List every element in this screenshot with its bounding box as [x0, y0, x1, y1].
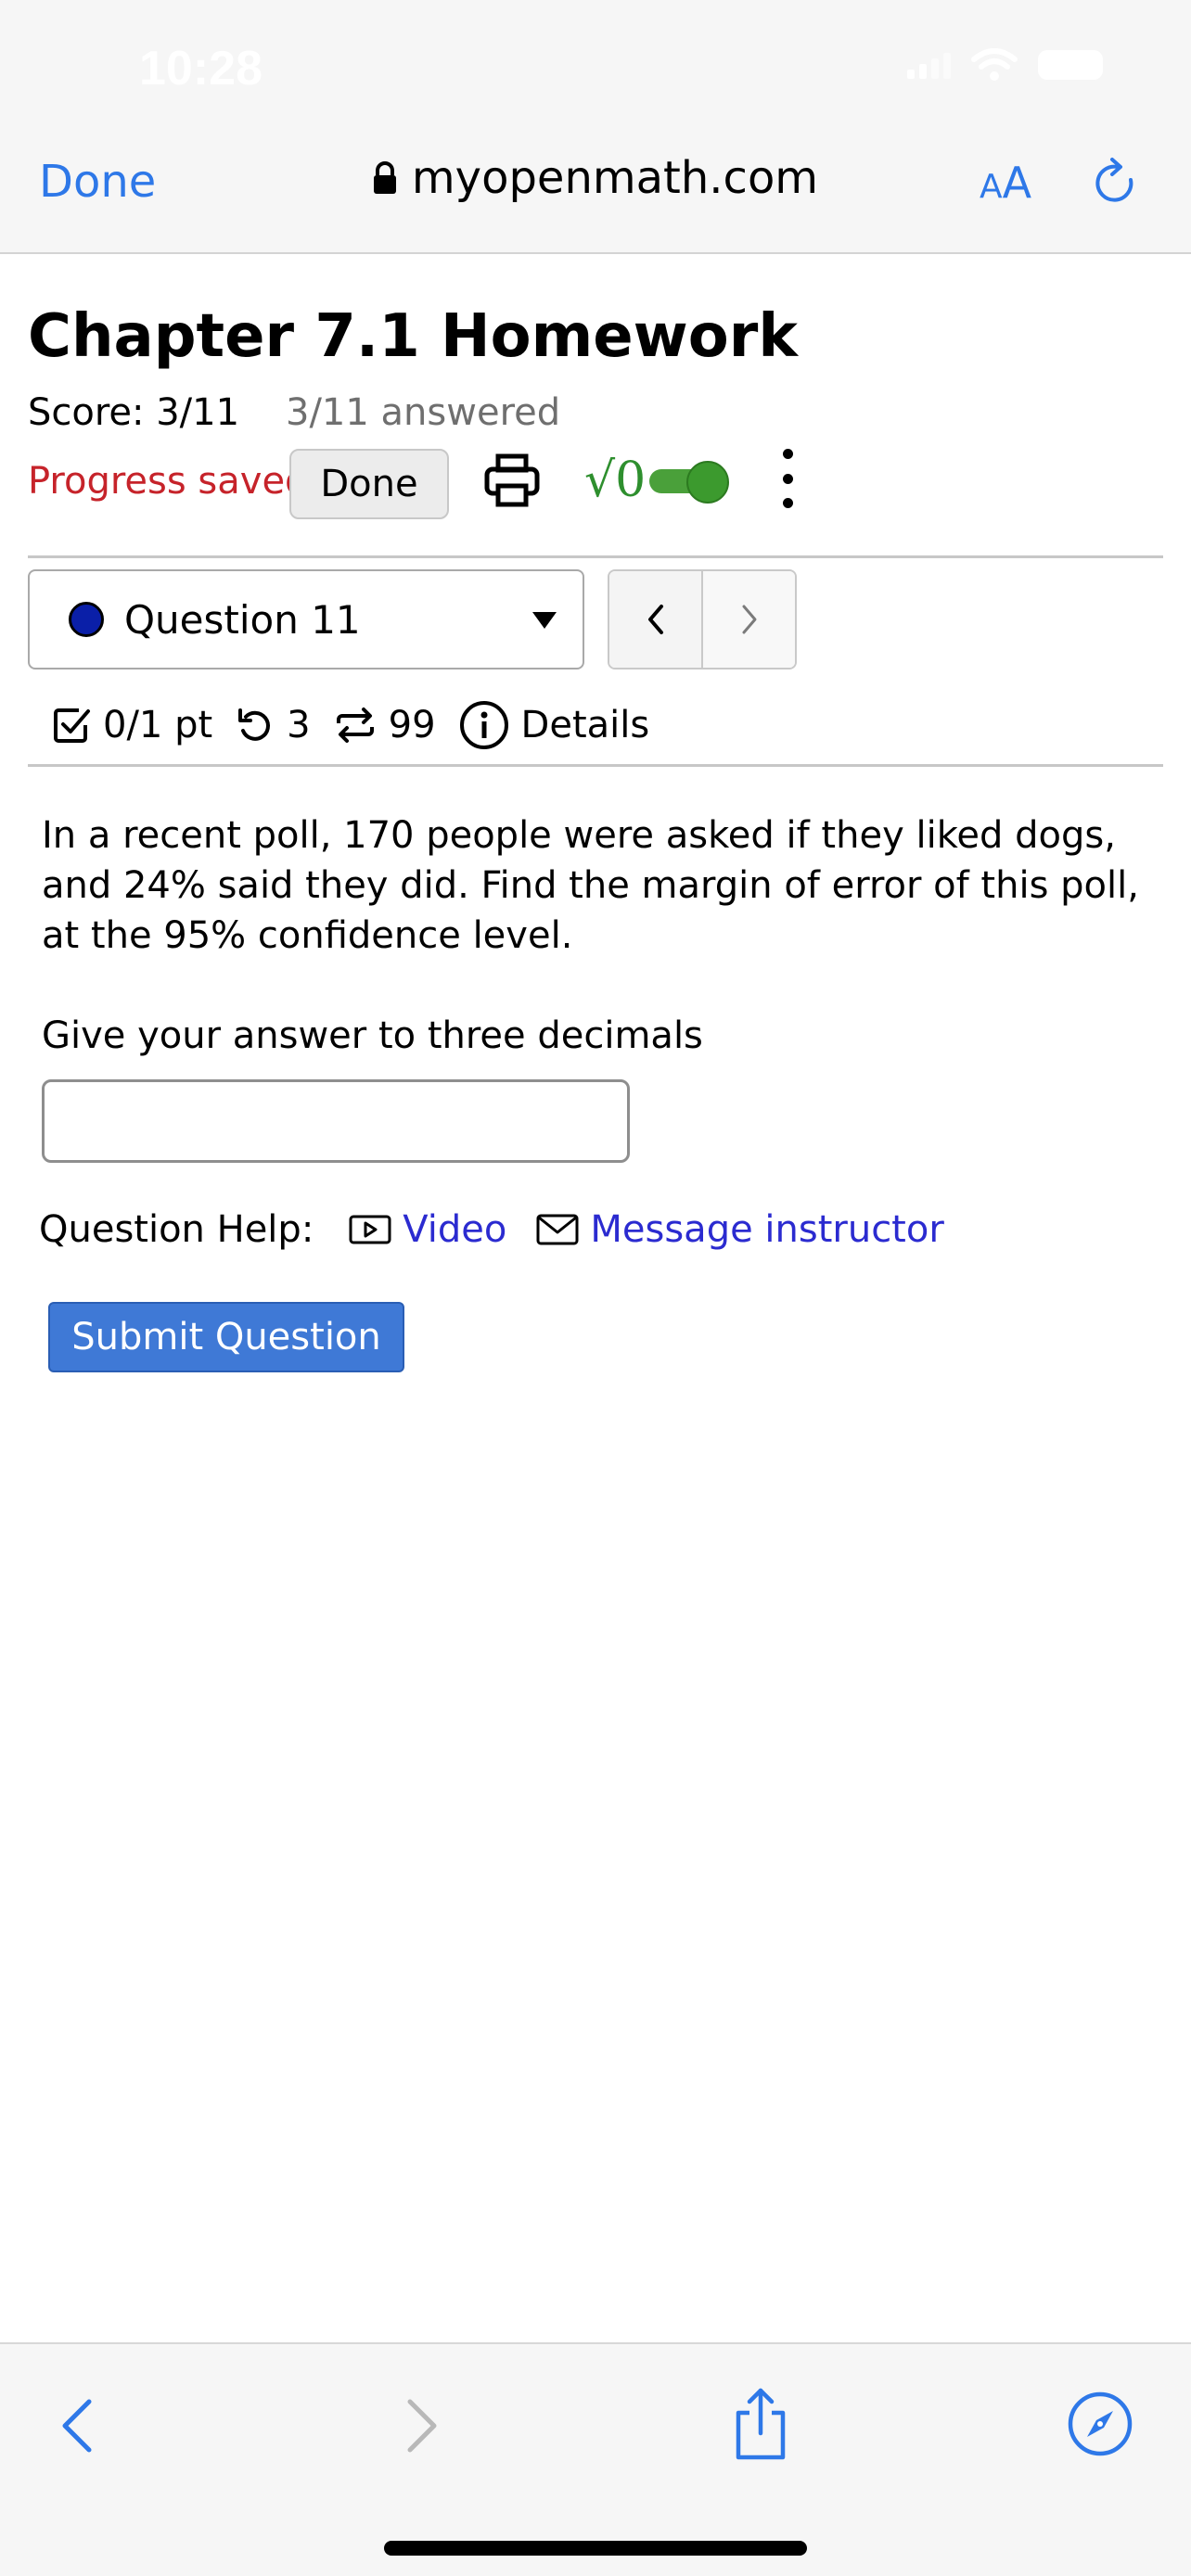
video-link[interactable]: Video — [349, 1208, 506, 1251]
reader-text-size-button[interactable]: AA — [980, 158, 1031, 208]
page-title: Chapter 7.1 Homework — [28, 302, 798, 371]
wifi-icon — [971, 48, 1018, 81]
retries-count: 3 — [287, 704, 311, 746]
divider — [28, 764, 1163, 767]
question-meta: 0/1 pt 3 99 Details — [51, 697, 649, 753]
answered-count: 3/11 answered — [286, 391, 561, 434]
compass-icon[interactable] — [1067, 2391, 1133, 2457]
checkbox-icon — [54, 708, 90, 743]
info-icon — [459, 701, 508, 749]
status-icons — [907, 48, 1103, 82]
chevron-left-icon — [647, 605, 663, 634]
cellular-signal-icon — [907, 51, 951, 79]
reader-large-a: A — [1002, 158, 1032, 208]
caret-down-icon — [532, 612, 557, 629]
submit-question-button[interactable]: Submit Question — [48, 1302, 404, 1372]
question-selector-label: Question 11 — [124, 596, 361, 643]
question-help: Question Help: Video Message instructor — [39, 1204, 944, 1256]
print-icon[interactable] — [482, 451, 542, 510]
toggle-switch[interactable] — [649, 461, 730, 504]
math-entry-toggle[interactable]: √0 — [584, 453, 730, 508]
details-button[interactable]: Details — [458, 699, 650, 751]
lock-icon — [373, 161, 396, 194]
question-status-dot — [69, 602, 104, 637]
assignment-done-button[interactable]: Done — [289, 449, 449, 519]
forward-chevron-icon[interactable] — [399, 2396, 443, 2455]
question-help-label: Question Help: — [39, 1208, 314, 1251]
answer-input[interactable] — [42, 1079, 630, 1163]
previous-question-button[interactable] — [609, 571, 703, 668]
question-text: In a recent poll, 170 people were asked … — [42, 814, 1139, 957]
battery-icon — [1038, 50, 1103, 80]
reader-small-a: A — [980, 168, 1003, 206]
next-question-button[interactable] — [703, 571, 795, 668]
video-link-label: Video — [403, 1208, 507, 1251]
message-instructor-link[interactable]: Message instructor — [536, 1208, 944, 1251]
video-icon — [349, 1215, 391, 1244]
progress-status: Progress saved — [28, 460, 309, 503]
share-icon[interactable] — [727, 2385, 794, 2463]
message-instructor-label: Message instructor — [590, 1208, 944, 1251]
points-text: 0/1 pt — [103, 704, 213, 746]
home-indicator — [384, 2541, 807, 2556]
chevron-right-icon — [742, 605, 756, 634]
score-text: Score: 3/11 — [28, 391, 240, 434]
retry-icon — [238, 708, 271, 741]
sqrt-icon: √0 — [584, 453, 647, 508]
question-selector[interactable]: Question 11 — [28, 569, 584, 670]
status-time: 10:28 — [139, 42, 263, 96]
attempts-icon — [336, 708, 374, 743]
browser-top-bar: 10:28 Done myopenmath.com AA — [0, 0, 1191, 254]
question-nav-group — [608, 569, 797, 670]
reload-icon[interactable] — [1090, 156, 1142, 210]
attempts-count: 99 — [388, 704, 436, 746]
back-chevron-icon[interactable] — [56, 2396, 100, 2455]
more-options-icon[interactable] — [775, 449, 800, 508]
divider — [28, 555, 1163, 558]
url-text: myopenmath.com — [411, 152, 819, 204]
toggle-knob — [686, 461, 730, 504]
mail-icon — [536, 1214, 579, 1245]
details-label: Details — [520, 704, 650, 746]
answer-prompt: Give your answer to three decimals — [42, 1014, 703, 1057]
